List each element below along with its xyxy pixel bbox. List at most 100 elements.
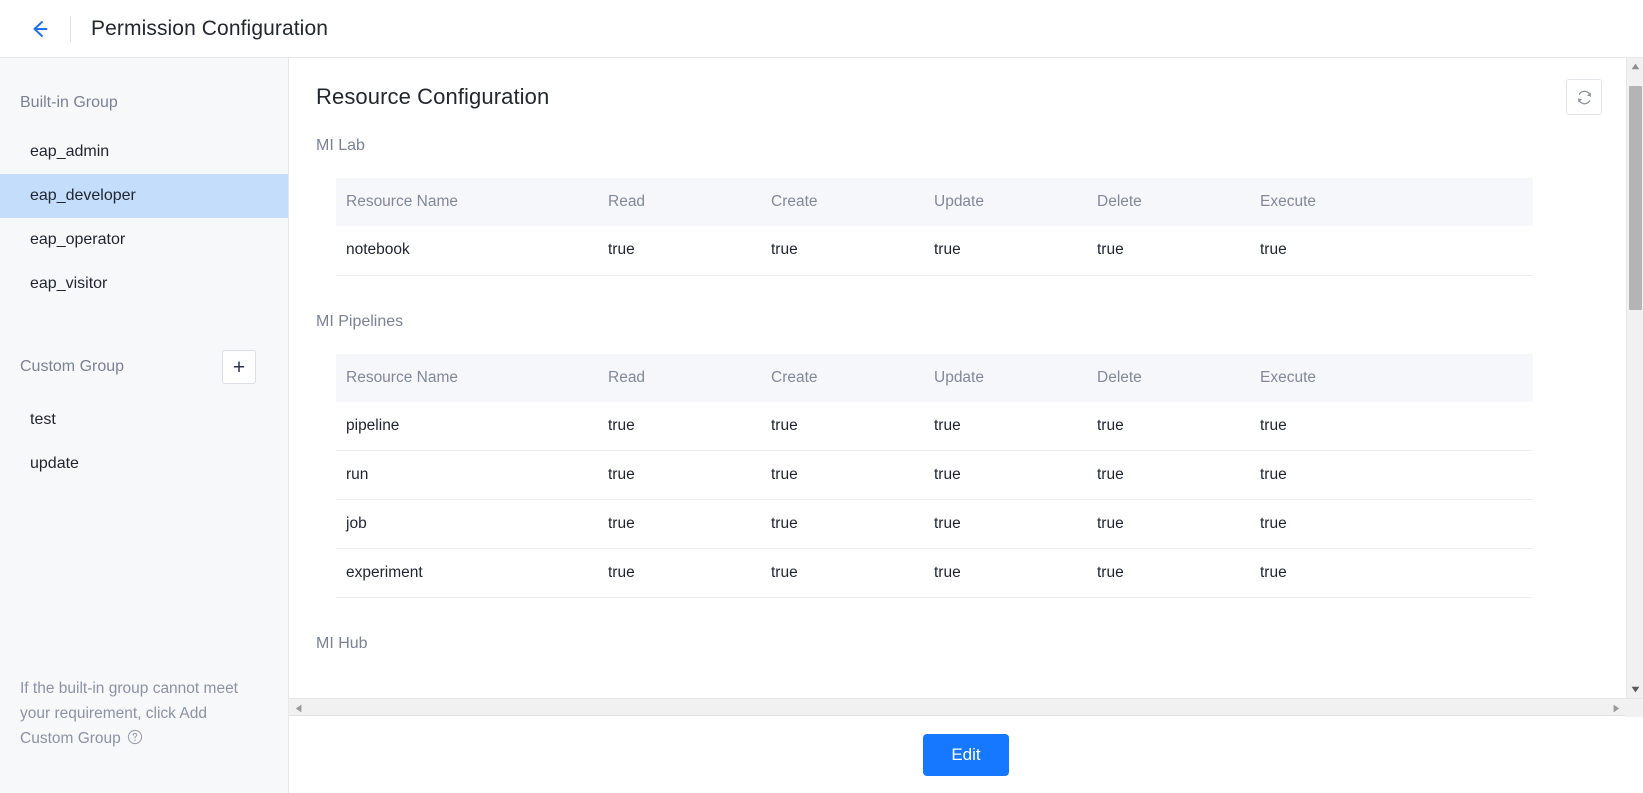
footer-bar: Edit [289,716,1643,793]
plus-icon: + [232,355,246,379]
permission-table: Resource Name Read Create Update Delete … [336,178,1533,276]
table-header-row: Resource Name Read Create Update Delete … [336,178,1533,226]
column-header-execute: Execute [1250,178,1533,226]
column-header-delete: Delete [1087,178,1250,226]
table-row: run true true true true true [336,450,1533,500]
cell-create: true [761,450,924,500]
cell-create: true [761,548,924,598]
resource-configuration-panel: Resource Configuration MI Lab Resource N… [289,58,1643,698]
edit-button[interactable]: Edit [923,733,1009,776]
column-header-create: Create [761,178,924,226]
sidebar-item-label: eap_developer [30,187,136,204]
cell-create: true [761,401,924,451]
cell-delete: true [1087,548,1250,598]
cell-read: true [598,226,761,276]
resource-configuration-title: Resource Configuration [316,84,550,109]
cell-update: true [924,548,1087,598]
scrollbar-corner [1625,699,1643,717]
column-header-update: Update [924,178,1087,226]
cell-read: true [598,401,761,451]
page-title: Permission Configuration [91,16,329,40]
sidebar-item-label: test [30,411,56,428]
cell-delete: true [1087,401,1250,451]
cell-resource-name: pipeline [336,401,598,451]
permission-table: Resource Name Read Create Update Delete … [336,353,1533,598]
refresh-icon [1577,90,1591,104]
sidebar-heading-builtin: Built-in Group [20,94,118,111]
caret-left-icon [295,704,302,712]
add-custom-group-button[interactable]: + [222,350,256,384]
cell-update: true [924,226,1087,276]
column-header-resource-name: Resource Name [336,178,598,226]
group-label: MI Pipelines [316,312,404,330]
column-header-update: Update [924,353,1087,402]
column-header-execute: Execute [1250,353,1533,402]
sidebar-heading-custom-row: Custom Group + [0,350,288,384]
cell-resource-name: job [336,499,598,549]
sidebar-item-eap-visitor[interactable]: eap_visitor [0,262,288,306]
table-header-row: Resource Name Read Create Update Delete … [336,353,1533,402]
cell-execute: true [1250,548,1533,598]
table-row: experiment true true true true true [336,548,1533,598]
table-row: job true true true true true [336,499,1533,549]
back-button[interactable] [26,16,52,42]
cell-resource-name: experiment [336,548,598,598]
cell-update: true [924,450,1087,500]
main-panel: Resource Configuration MI Lab Resource N… [289,58,1643,793]
vertical-scrollbar[interactable] [1626,58,1643,698]
cell-read: true [598,499,761,549]
column-header-read: Read [598,178,761,226]
topbar-divider [70,15,71,42]
horizontal-scrollbar[interactable] [289,698,1643,717]
sidebar-item-eap-admin[interactable]: eap_admin [0,130,288,174]
cell-read: true [598,548,761,598]
sidebar-item-eap-operator[interactable]: eap_operator [0,218,288,262]
table-row: notebook true true true true true [336,226,1533,276]
cell-execute: true [1250,401,1533,451]
sidebar-item-eap-developer[interactable]: eap_developer [0,174,288,218]
scroll-down-button[interactable] [1627,681,1643,698]
cell-execute: true [1250,450,1533,500]
cell-delete: true [1087,450,1250,500]
cell-create: true [761,226,924,276]
caret-down-icon [1631,686,1640,693]
sidebar-heading-custom: Custom Group [20,358,125,375]
sidebar-item-label: eap_admin [30,143,110,160]
caret-up-icon [1631,63,1640,70]
group-label: MI Lab [316,137,365,154]
resource-group-mi-pipelines: MI Pipelines Resource Name Read Create U… [316,312,1597,598]
scroll-up-button[interactable] [1627,58,1643,75]
help-circle-icon[interactable] [127,728,143,753]
cell-delete: true [1087,226,1250,276]
cell-update: true [924,499,1087,549]
sidebar-item-test[interactable]: test [0,398,288,442]
resource-group-mi-hub: MI Hub [316,634,1597,654]
cell-read: true [598,450,761,500]
cell-resource-name: run [336,450,598,500]
scroll-right-button[interactable] [1609,699,1624,717]
refresh-button[interactable] [1566,79,1602,115]
sidebar: Built-in Group eap_admin eap_developer e… [0,58,289,793]
cell-create: true [761,499,924,549]
cell-delete: true [1087,499,1250,549]
cell-execute: true [1250,499,1533,549]
caret-right-icon [1613,704,1620,712]
resource-group-mi-lab: MI Lab Resource Name Read Create Update [316,136,1597,276]
column-header-resource-name: Resource Name [336,353,598,402]
vertical-scrollbar-thumb[interactable] [1629,86,1642,310]
cell-execute: true [1250,226,1533,276]
cell-update: true [924,401,1087,451]
column-header-read: Read [598,353,761,402]
main-scroll-area: Resource Configuration MI Lab Resource N… [289,58,1643,698]
sidebar-footnote: If the built-in group cannot meet your r… [20,676,240,753]
sidebar-item-label: update [30,455,79,472]
table-row: pipeline true true true true true [336,401,1533,451]
sidebar-item-update[interactable]: update [0,442,288,486]
scroll-left-button[interactable] [291,699,306,717]
group-label: MI Hub [316,635,368,652]
cell-resource-name: notebook [336,226,598,276]
body-wrapper: Built-in Group eap_admin eap_developer e… [0,58,1643,793]
sidebar-item-label: eap_operator [30,231,126,248]
column-header-delete: Delete [1087,353,1250,402]
arrow-left-icon [33,20,48,37]
